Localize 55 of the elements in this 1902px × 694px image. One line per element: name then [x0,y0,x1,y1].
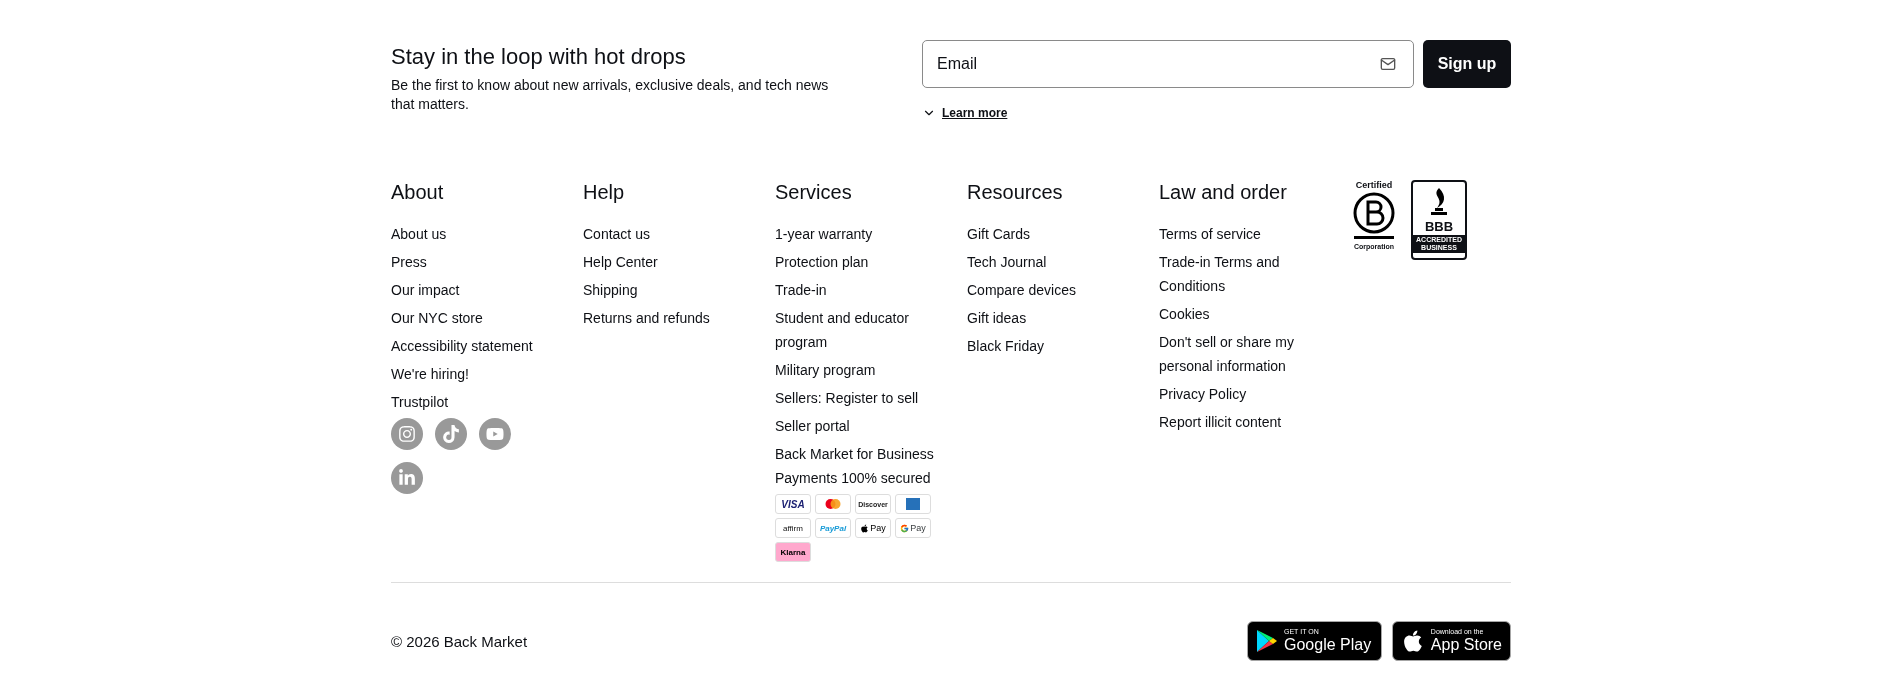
tiktok-icon[interactable] [435,418,467,450]
footer-link[interactable]: Our impact [391,278,566,302]
footer-link[interactable]: Military program [775,358,950,382]
footer-link[interactable]: Returns and refunds [583,306,758,330]
footer-link[interactable]: Black Friday [967,334,1142,358]
footer-link[interactable]: Gift ideas [967,306,1142,330]
footer-link[interactable]: Student and educator program [775,306,950,354]
google-pay-badge: Pay [895,518,931,538]
footer-link[interactable]: Press [391,250,566,274]
instagram-icon[interactable] [391,418,423,450]
footer-link[interactable]: Gift Cards [967,222,1142,246]
footer-link[interactable]: Report illicit content [1159,410,1309,434]
sign-up-button[interactable]: Sign up [1423,40,1511,88]
footer-link[interactable]: Our NYC store [391,306,566,330]
youtube-icon[interactable] [479,418,511,450]
footer-link[interactable]: Seller portal [775,414,950,438]
footer-link[interactable]: Trade-in [775,278,950,302]
payments-title: Payments 100% secured [775,469,932,488]
footer-link[interactable]: Accessibility statement [391,334,566,358]
email-field[interactable]: Email [922,40,1414,88]
footer-link[interactable]: Contact us [583,222,758,246]
apple-pay-badge: Pay [855,518,891,538]
footer-link[interactable]: Compare devices [967,278,1142,302]
footer-link[interactable]: Cookies [1159,302,1309,326]
mail-icon [1380,56,1396,72]
footer-link[interactable]: Don't sell or share my personal information [1159,330,1309,378]
newsletter-description: Be the first to know about new arrivals, exclusive deals, and tech news that matters. [391,76,830,114]
footer-link[interactable]: Privacy Policy [1159,382,1309,406]
column-heading: Resources [967,180,1064,204]
footer-link[interactable]: About us [391,222,566,246]
linkedin-icon[interactable] [391,462,423,494]
copyright-text: © 2026 Back Market [391,632,528,650]
play-triangle-icon [1256,629,1278,653]
column-heading: About [391,180,445,204]
footer-link[interactable]: Sellers: Register to sell [775,386,950,410]
column-heading: Services [775,180,853,204]
paypal-badge: PayPal [815,518,851,538]
footer-link[interactable]: We're hiring! [391,362,566,386]
mastercard-badge [815,494,851,514]
column-heading: Help [583,180,626,204]
visa-badge: VISA [775,494,811,514]
footer-link[interactable]: Trade-in Terms and Conditions [1159,250,1309,298]
footer-link[interactable]: Shipping [583,278,758,302]
learn-more-link[interactable]: Learn more [922,106,1008,120]
footer-link[interactable]: Help Center [583,250,758,274]
footer-link[interactable]: Back Market for Business [775,442,950,466]
column-heading: Law and order [1159,180,1288,204]
footer-link[interactable]: Terms of service [1159,222,1309,246]
newsletter-title: Stay in the loop with hot drops [391,44,687,70]
footer-link[interactable]: Tech Journal [967,250,1142,274]
footer-link[interactable]: Trustpilot [391,390,566,414]
footer-link[interactable]: Protection plan [775,250,950,274]
klarna-badge: Klarna [775,542,811,562]
affirm-badge: affirm [775,518,811,538]
footer-link[interactable]: 1-year warranty [775,222,950,246]
